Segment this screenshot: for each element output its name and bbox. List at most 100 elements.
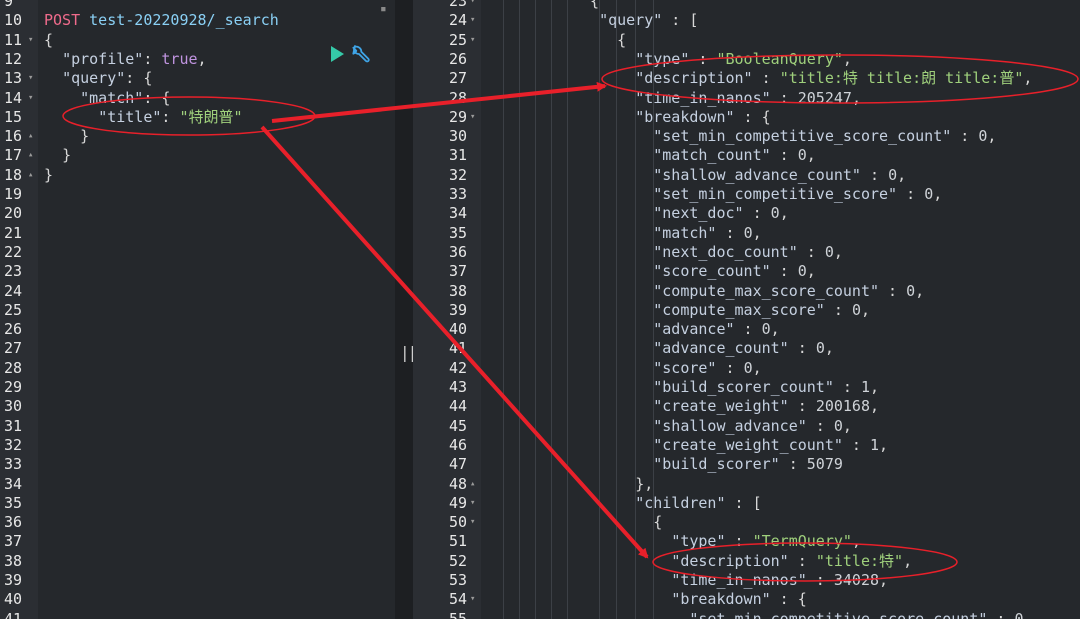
code-line: 34 — [0, 475, 395, 494]
code-text: "advance" : 0, — [653, 320, 780, 339]
line-number: 21 — [4, 223, 23, 242]
json-brace: } — [62, 146, 72, 165]
json-value: 0 — [824, 242, 834, 261]
json-value: 0 — [815, 339, 825, 358]
code-line: 27 "description" : "title:特 title:朗 titl… — [413, 69, 1080, 88]
json-value: "title:特 title:朗 title:普" — [779, 69, 1024, 88]
json-key: "compute_max_score" — [653, 300, 825, 319]
line-number: 43 — [449, 378, 468, 396]
code-line: 31 — [0, 417, 395, 436]
code-text: "query" : [ — [599, 11, 699, 30]
code-text: } — [44, 166, 53, 185]
json-key: "time_in_nanos" — [671, 571, 807, 589]
code-line: 40 — [0, 590, 395, 609]
line-number: 27 — [4, 339, 23, 358]
json-value: 205247 — [797, 88, 852, 107]
code-text: "create_weight" : 200168, — [653, 397, 880, 416]
code-line: 33 — [0, 455, 395, 474]
json-key: "match" — [80, 88, 144, 107]
response-viewer[interactable]: 23 ▾ {24 ▾ "query" : [25 ▾ {26 "type" : "Bo… — [413, 0, 1080, 619]
line-number: 39 — [449, 300, 468, 319]
json-key: "score" — [653, 358, 717, 377]
json-value: "TermQuery" — [752, 532, 852, 551]
json-key: "create_weight_count" — [653, 435, 843, 454]
code-text: "time_in_nanos" : 34028, — [671, 571, 889, 589]
line-number: 30 — [4, 397, 23, 416]
code-line: 46 "create_weight_count" : 1, — [413, 436, 1080, 455]
code-line: 32 — [0, 436, 395, 455]
json-brace: }, — [635, 474, 654, 493]
fold-toggle-icon: ▾ — [470, 15, 476, 26]
line-number: 38 — [449, 281, 468, 300]
json-value: 5079 — [806, 455, 843, 474]
code-line: 26 — [0, 320, 395, 339]
json-value: 34028 — [833, 571, 880, 589]
play-icon[interactable] — [329, 45, 345, 63]
json-key: "query" — [599, 11, 663, 30]
json-key: "query" — [62, 69, 126, 88]
fold-toggle-icon: ▴ — [28, 150, 34, 161]
code-text: "children" : [ — [635, 493, 762, 512]
json-key: "next_doc" — [653, 204, 744, 223]
code-line: 38 — [0, 552, 395, 571]
line-number: 25 — [4, 300, 23, 319]
code-text: "match" : 0, — [653, 223, 762, 242]
code-line: 41 — [0, 610, 395, 619]
json-key: "children" — [635, 493, 726, 512]
line-number: 35 — [449, 223, 468, 242]
code-text: "match_count" : 0, — [653, 146, 816, 165]
json-value: true — [161, 49, 198, 68]
line-number: 15 — [4, 107, 23, 126]
line-number: 20 — [4, 204, 23, 223]
code-text: "breakdown" : { — [671, 590, 807, 609]
code-line: 34 "next_doc" : 0, — [413, 204, 1080, 223]
fold-toggle-icon: ▾ — [28, 92, 34, 103]
code-line: 43 "build_scorer_count" : 1, — [413, 378, 1080, 397]
json-key: "title" — [98, 107, 162, 126]
drag-handle-icon[interactable]: || — [400, 343, 413, 362]
json-value: "BooleanQuery" — [716, 49, 843, 68]
fold-toggle-icon: ▾ — [470, 594, 476, 605]
code-line: 53 "time_in_nanos" : 34028, — [413, 571, 1080, 590]
line-number: 38 — [4, 551, 23, 570]
code-line: 48 ▴ }, — [413, 475, 1080, 494]
wrench-icon[interactable] — [350, 43, 372, 65]
code-line: 21 — [0, 224, 395, 243]
code-line: 25 ▾ { — [413, 31, 1080, 50]
code-line: 39 — [0, 571, 395, 590]
json-key: "type" — [635, 49, 690, 68]
code-line: 29 — [0, 378, 395, 397]
code-text: { — [581, 0, 599, 11]
line-number: 36 — [449, 242, 468, 261]
code-text: "advance_count" : 0, — [653, 339, 834, 358]
code-line: 27 — [0, 339, 395, 358]
actions-menu-icon[interactable]: ▪ — [380, 2, 387, 15]
line-number: 40 — [4, 590, 23, 609]
json-value: 0 — [833, 416, 843, 435]
json-value: 0 — [1014, 609, 1024, 619]
line-number: 26 — [4, 320, 23, 339]
code-text: "match": { — [80, 88, 171, 107]
json-key: "shallow_advance_count" — [653, 165, 861, 184]
json-key: "match_count" — [653, 146, 771, 165]
code-text: "compute_max_score_count" : 0, — [653, 281, 925, 300]
pane-splitter[interactable]: || — [395, 0, 413, 619]
line-number: 32 — [449, 165, 468, 184]
code-line: 24 — [0, 282, 395, 301]
json-key: "time_in_nanos" — [635, 88, 771, 107]
json-key: "compute_max_score_count" — [653, 281, 880, 300]
line-number: 13 — [4, 69, 23, 88]
line-number: 34 — [449, 204, 468, 223]
line-number: 22 — [4, 242, 23, 261]
line-number: 52 — [449, 551, 468, 570]
code-text: "score_count" : 0, — [653, 262, 816, 281]
code-text: "set_min_competitive_score_count" : 0, — [653, 127, 997, 146]
request-editor[interactable]: 9 10 POST test-20220928/_search 11 ▾ {12 "pro… — [0, 0, 395, 619]
line-number: 33 — [4, 455, 23, 474]
code-line: 41 "advance_count" : 0, — [413, 339, 1080, 358]
json-value: 1 — [870, 435, 880, 454]
line-number: 37 — [4, 532, 23, 551]
code-line: 36 — [0, 513, 395, 532]
code-line: 44 "create_weight" : 200168, — [413, 397, 1080, 416]
json-brace: } — [44, 165, 54, 184]
